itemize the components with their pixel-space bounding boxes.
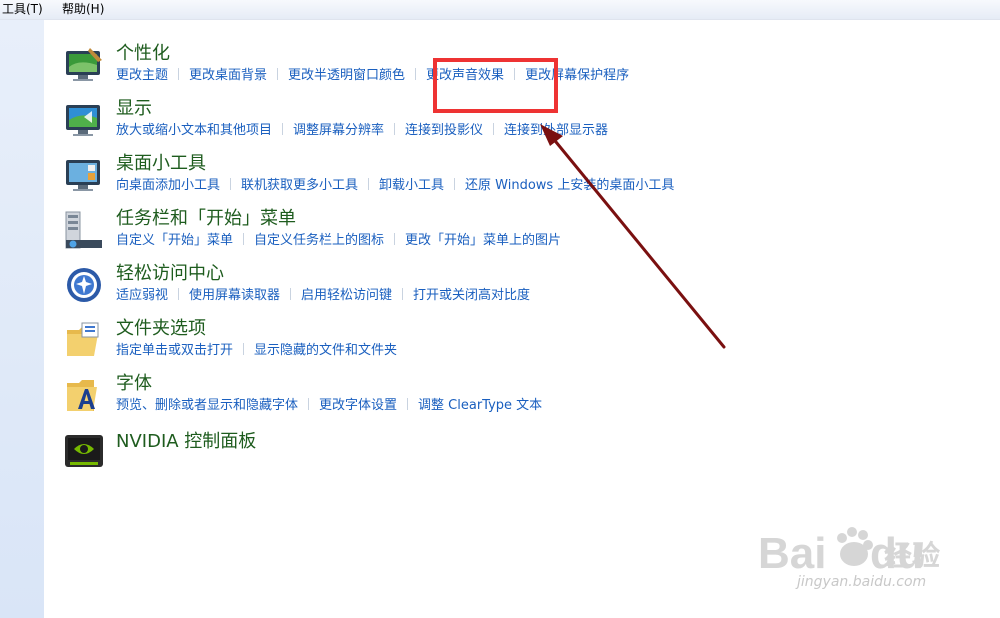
svg-text:Bai: Bai	[758, 529, 826, 578]
watermark-cn: 经验	[884, 539, 941, 572]
watermark-url: jingyan.baidu.com	[797, 574, 927, 590]
